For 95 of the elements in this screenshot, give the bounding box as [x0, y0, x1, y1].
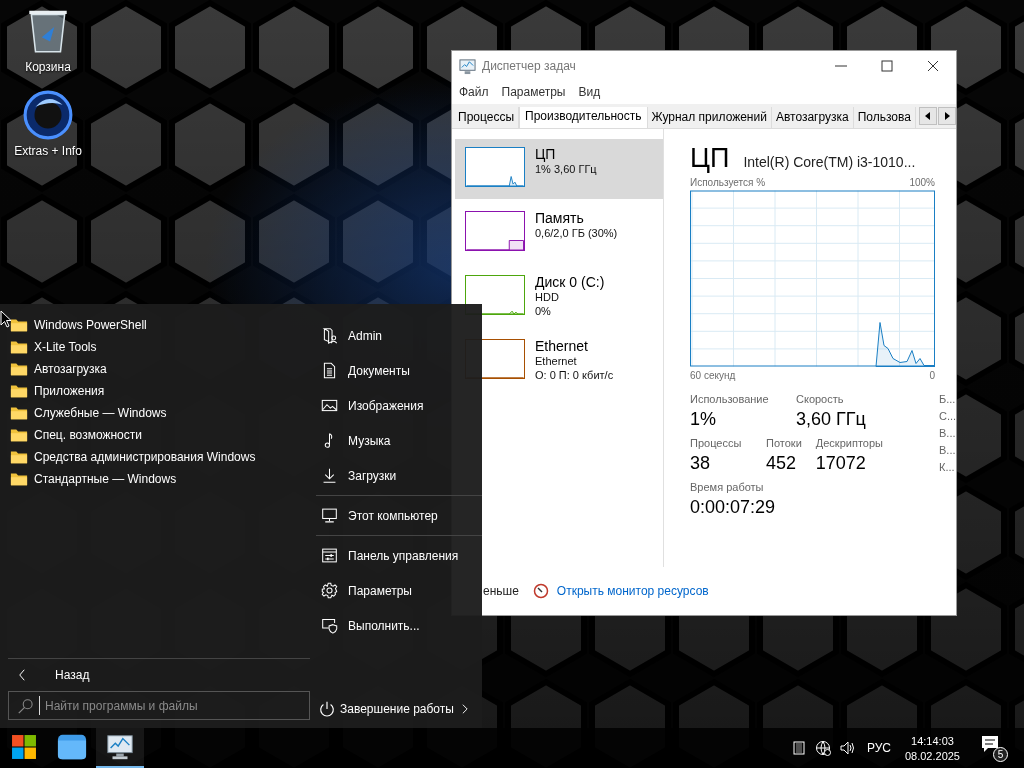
- stat-value: 1%: [690, 409, 717, 430]
- control-panel-icon: [321, 547, 338, 564]
- computer-icon: [321, 507, 338, 524]
- folder-item[interactable]: Спец. возможности: [34, 427, 142, 442]
- start-menu-item[interactable]: Панель управления: [348, 548, 459, 563]
- stat-label: Использование: [690, 393, 770, 405]
- message-icon: [980, 734, 1000, 754]
- start-menu-item[interactable]: Изображения: [348, 398, 424, 413]
- resource-stat: 0%: [535, 304, 552, 318]
- stat-value: 0:00:07:29: [690, 497, 776, 518]
- folder-item[interactable]: Служебные — Windows: [34, 405, 167, 420]
- folder-item[interactable]: Приложения: [34, 383, 105, 398]
- start-menu-item[interactable]: Загрузки: [348, 468, 397, 483]
- search-field[interactable]: Найти программы и файлы: [8, 691, 310, 720]
- stat-label: В...: [939, 427, 957, 439]
- start-menu-item[interactable]: Музыка: [348, 433, 391, 448]
- stat-value: 17072: [815, 453, 867, 474]
- window-title: Диспетчер задач: [482, 59, 577, 73]
- taskbar-button[interactable]: [96, 728, 144, 768]
- monitor-icon: [459, 57, 476, 75]
- resource-item[interactable]: ЦП 1% 3,60 ГГц: [455, 139, 663, 199]
- graph-label: 100%: [909, 177, 935, 188]
- network-icon[interactable]: [814, 740, 831, 756]
- fewer-details-link[interactable]: еньше: [483, 584, 519, 598]
- stat-label: Дескрипторы: [815, 437, 883, 449]
- folder-item[interactable]: Стандартные — Windows: [34, 471, 177, 486]
- cursor-icon: [0, 310, 12, 328]
- menu-item[interactable]: Параметры: [501, 85, 566, 99]
- start-menu-item[interactable]: Документы: [348, 363, 410, 378]
- graph-label: Используется %: [690, 177, 766, 188]
- resource-stat: HDD: [535, 290, 560, 304]
- tab[interactable]: Производительность: [519, 107, 648, 128]
- stat-label: Время работы: [690, 481, 765, 493]
- tablet-icon[interactable]: [790, 740, 807, 756]
- folder-item[interactable]: Средства администрирования Windows: [34, 449, 256, 464]
- chevron-right-icon[interactable]: [460, 702, 470, 716]
- stat-value: 38: [690, 453, 712, 474]
- clock-date[interactable]: 08.02.2025: [904, 749, 960, 762]
- resource-name: Память: [535, 210, 585, 226]
- scroll-right-button[interactable]: [938, 107, 956, 125]
- resource-item[interactable]: Диск 0 (C:) HDD 0%: [455, 267, 663, 327]
- resource-item[interactable]: Память 0,6/2,0 ГБ (30%): [455, 203, 663, 263]
- scroll-left-button[interactable]: [919, 107, 937, 125]
- search-icon: [17, 697, 33, 714]
- resource-stat: 1% 3,60 ГГц: [535, 162, 597, 176]
- detail-title: ЦП: [690, 143, 730, 174]
- user-icon: [321, 327, 338, 344]
- stat-label: Б...: [939, 393, 957, 405]
- start-menu-item[interactable]: Admin: [348, 328, 382, 343]
- power-icon[interactable]: [318, 700, 336, 718]
- gauge-icon: [532, 583, 549, 599]
- folder-app-icon: [57, 732, 87, 762]
- language-indicator[interactable]: РУС: [866, 741, 891, 755]
- resource-name: Диск 0 (C:): [535, 274, 605, 290]
- folder-item[interactable]: Windows PowerShell: [34, 317, 147, 332]
- monitor-app-icon: [105, 732, 135, 762]
- stat-label: Скорость: [796, 393, 845, 405]
- download-icon: [321, 467, 338, 484]
- orb-icon[interactable]: [23, 88, 73, 140]
- shield-window-icon: [321, 617, 338, 634]
- resource-stat: О: 0 П: 0 кбит/с: [535, 368, 614, 382]
- settings-icon: [321, 582, 338, 599]
- shutdown-button[interactable]: Завершение работы: [340, 702, 456, 716]
- menu-item[interactable]: Вид: [578, 85, 601, 99]
- folder-item[interactable]: Автозагрузка: [34, 361, 107, 376]
- start-button: [11, 734, 37, 760]
- notification-button[interactable]: 5: [980, 734, 1008, 762]
- document-icon: [321, 362, 338, 379]
- notification-count: 5: [993, 747, 1008, 762]
- clock-time[interactable]: 14:14:03: [911, 734, 954, 747]
- stat-label: В...: [939, 444, 957, 456]
- folder-item[interactable]: X-Lite Tools: [34, 339, 97, 354]
- start-menu-item[interactable]: Этот компьютер: [348, 508, 438, 523]
- resource-name: ЦП: [535, 146, 557, 162]
- resource-monitor-link[interactable]: Открыть монитор ресурсов: [556, 584, 709, 598]
- resource-name: Ethernet: [535, 338, 589, 354]
- stat-label: К...: [939, 461, 956, 473]
- desktop-icon-label[interactable]: Extras + Info: [14, 144, 82, 158]
- back-link[interactable]: Назад: [55, 668, 90, 682]
- image-icon: [321, 397, 338, 414]
- graph-label: 60 секунд: [690, 370, 736, 381]
- desktop-icon-label[interactable]: Корзина: [25, 60, 71, 74]
- processor-name: Intel(R) Core(TM) i3-1010...: [743, 154, 916, 170]
- stat-value: 3,60 ГГц: [796, 409, 866, 430]
- stat-label: С...: [939, 410, 958, 422]
- stat-label: Потоки: [766, 437, 802, 449]
- stat-label: Процессы: [690, 437, 743, 449]
- start-menu-item[interactable]: Параметры: [348, 583, 412, 598]
- menu-item[interactable]: Файл: [459, 85, 489, 99]
- stat-value: 452: [766, 453, 798, 474]
- speaker-icon[interactable]: [838, 740, 855, 756]
- resource-stat: Ethernet: [535, 354, 578, 368]
- resource-stat: 0,6/2,0 ГБ (30%): [535, 226, 618, 240]
- graph-label: 0: [929, 370, 935, 381]
- start-menu-item[interactable]: Выполнить...: [348, 618, 420, 633]
